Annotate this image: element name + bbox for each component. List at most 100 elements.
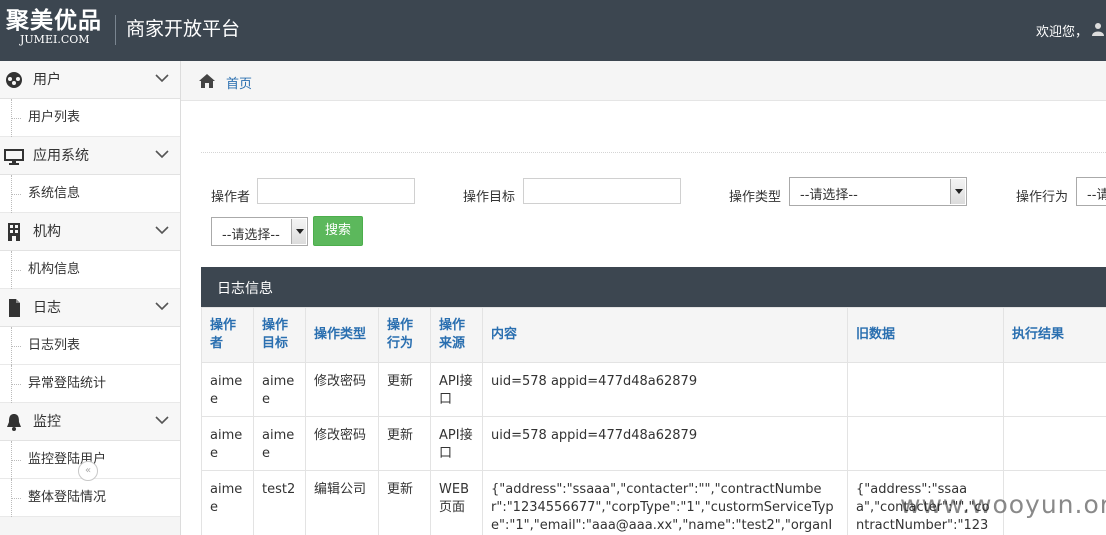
cell-result [1003, 362, 1106, 417]
column-header[interactable]: 操作来源 [430, 307, 483, 363]
cell-operator: aimee [201, 470, 254, 535]
sidebar-item-label: 异常登陆统计 [28, 376, 107, 391]
sidebar-item-label: 系统信息 [28, 186, 81, 201]
sidebar-item-label: 整体登陆情况 [28, 490, 107, 505]
breadcrumb: 首页 [181, 61, 1106, 101]
operator-input[interactable] [257, 178, 415, 204]
cell-source: API接口 [430, 362, 483, 417]
tree-line [11, 346, 21, 347]
cell-action: 更新 [378, 362, 431, 417]
jumei-logo[interactable]: 聚美优品 JUMEI.COM [6, 8, 110, 46]
log-panel-title: 日志信息 [201, 267, 1106, 307]
sidebar-group-label: 日志 [33, 300, 61, 316]
divider [201, 152, 1106, 153]
tree-line [11, 270, 21, 271]
logo-english-text: JUMEI.COM [20, 33, 90, 46]
cell-operator: aimee [201, 416, 254, 471]
header-divider [115, 15, 116, 45]
sidebar-group-label: 应用系统 [33, 148, 89, 164]
chevron-down-icon [155, 416, 169, 425]
target-label: 操作目标 [463, 190, 516, 205]
cell-type: 修改密码 [305, 362, 379, 417]
users-icon [6, 72, 22, 88]
sidebar-group-logs[interactable]: 日志 [0, 289, 180, 327]
cell-content: {"address":"ssaaa","contacter":"","contr… [482, 470, 848, 535]
source-select[interactable]: --请选择-- [211, 217, 308, 246]
top-header: 聚美优品 JUMEI.COM 商家开放平台 欢迎您， [0, 0, 1106, 61]
building-icon [8, 223, 20, 241]
type-label: 操作类型 [729, 190, 782, 205]
logo-chinese-text: 聚美优品 [6, 8, 102, 34]
cell-source: WEB页面 [430, 470, 483, 535]
sidebar-item-log-list[interactable]: 日志列表 [0, 327, 180, 365]
operator-label: 操作者 [211, 190, 251, 205]
table-row: aimee aimee 修改密码 更新 API接口 uid=578 appid=… [201, 362, 1106, 417]
cell-content: uid=578 appid=477d48a62879 [482, 362, 848, 417]
chevron-down-icon [155, 226, 169, 235]
cell-old-data [847, 416, 1004, 471]
select-arrow-icon [950, 179, 965, 204]
cell-target: aimee [253, 416, 306, 471]
sidebar-collapse-button[interactable]: « [78, 461, 98, 481]
column-header[interactable]: 操作目标 [253, 307, 306, 363]
user-icon[interactable] [1092, 22, 1106, 36]
column-header[interactable]: 操作者 [201, 307, 254, 363]
bell-icon [7, 414, 21, 431]
column-header[interactable]: 操作行为 [378, 307, 431, 363]
cell-operator: aimee [201, 362, 254, 417]
cell-old-data [847, 362, 1004, 417]
sidebar-group-monitor[interactable]: 监控 [0, 403, 180, 441]
chevron-down-icon [155, 150, 169, 159]
action-label: 操作行为 [1016, 190, 1069, 205]
sidebar-group-label: 用户 [33, 72, 61, 88]
sidebar-item-user-list[interactable]: 用户列表 [0, 99, 180, 137]
table-header-row: 操作者 操作目标 操作类型 操作行为 操作来源 内容 旧数据 执行结果 [201, 307, 1106, 363]
sidebar-group-app-system[interactable]: 应用系统 [0, 137, 180, 175]
sidebar-item-abnormal-login-stats[interactable]: 异常登陆统计 [0, 365, 180, 403]
cell-type: 编辑公司 [305, 470, 379, 535]
chevron-down-icon [155, 74, 169, 83]
sidebar-group-users[interactable]: 用户 [0, 61, 180, 99]
target-input[interactable] [523, 178, 681, 204]
chevron-down-icon [155, 302, 169, 311]
welcome-text: 欢迎您， [1036, 25, 1089, 40]
sidebar-item-overall-login[interactable]: 整体登陆情况 [0, 479, 180, 517]
tree-line [11, 384, 21, 385]
type-select-value: --请选择-- [800, 188, 858, 203]
column-header[interactable]: 内容 [482, 307, 848, 363]
cell-target: test2 [253, 470, 306, 535]
cell-content: uid=578 appid=477d48a62879 [482, 416, 848, 471]
search-button[interactable]: 搜索 [313, 216, 363, 246]
type-select[interactable]: --请选择-- [789, 177, 967, 206]
action-select-value: --请 [1087, 188, 1106, 203]
breadcrumb-home-link[interactable]: 首页 [226, 73, 252, 92]
cell-action: 更新 [378, 416, 431, 471]
sidebar-item-label: 日志列表 [28, 338, 81, 353]
sidebar-group-label: 监控 [33, 414, 61, 430]
file-icon [9, 299, 20, 317]
source-select-value: --请选择-- [222, 228, 280, 243]
sidebar-item-label: 用户列表 [28, 110, 81, 125]
sidebar-group-organization[interactable]: 机构 [0, 213, 180, 251]
column-header[interactable]: 执行结果 [1003, 307, 1106, 363]
monitor-icon [4, 149, 24, 165]
sidebar-item-system-info[interactable]: 系统信息 [0, 175, 180, 213]
tree-line [11, 118, 21, 119]
platform-title: 商家开放平台 [126, 18, 241, 40]
sidebar-item-label: 机构信息 [28, 262, 81, 277]
cell-source: API接口 [430, 416, 483, 471]
tree-line [11, 194, 21, 195]
sidebar-item-org-info[interactable]: 机构信息 [0, 251, 180, 289]
column-header[interactable]: 旧数据 [847, 307, 1004, 363]
cell-type: 修改密码 [305, 416, 379, 471]
tree-line [11, 460, 21, 461]
table-row: aimee aimee 修改密码 更新 API接口 uid=578 appid=… [201, 416, 1106, 471]
column-header[interactable]: 操作类型 [305, 307, 379, 363]
action-select[interactable]: --请 [1076, 177, 1106, 206]
cell-result [1003, 416, 1106, 471]
select-arrow-icon [291, 219, 306, 244]
watermark: www.wooyun.org [900, 490, 1106, 519]
home-icon[interactable] [198, 73, 216, 89]
cell-target: aimee [253, 362, 306, 417]
sidebar-group-label: 机构 [33, 224, 61, 240]
